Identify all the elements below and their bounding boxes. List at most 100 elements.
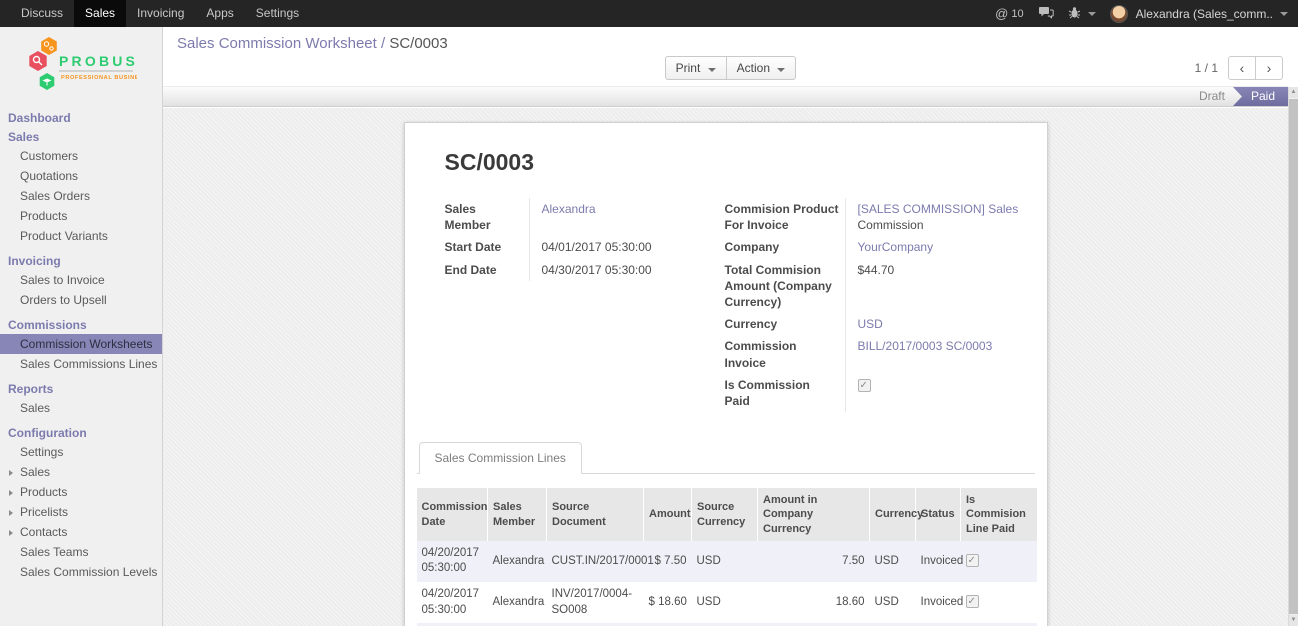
sidebar-section-sales[interactable]: Sales xyxy=(0,127,162,146)
company-link[interactable]: YourCompany xyxy=(858,240,934,254)
breadcrumb-parent-link[interactable]: Sales Commission Worksheet xyxy=(177,35,377,52)
sidebar-item-dashboard[interactable]: Dashboard xyxy=(0,108,162,127)
commission-invoice-link[interactable]: BILL/2017/0003 SC/0003 xyxy=(858,339,993,353)
sidebar-section-reports[interactable]: Reports xyxy=(0,379,162,398)
sidebar-item-config-products[interactable]: Products xyxy=(0,482,162,502)
sidebar-item-sales-teams[interactable]: Sales Teams xyxy=(0,542,162,562)
col-is-commission-line-paid: Is Commision Line Paid xyxy=(961,488,1037,541)
pager-next-button[interactable]: › xyxy=(1255,56,1283,80)
chevron-down-icon xyxy=(1088,12,1096,16)
sidebar-item-label: Pricelists xyxy=(20,505,68,519)
col-amount-company-currency: Amount in Company Currency xyxy=(758,488,870,541)
chevron-right-icon xyxy=(9,490,13,496)
chat-icon xyxy=(1038,6,1054,22)
sidebar-item-quotations[interactable]: Quotations xyxy=(0,166,162,186)
state-draft-button[interactable]: Draft xyxy=(1183,87,1242,106)
sidebar-item-sales-commissions-lines[interactable]: Sales Commissions Lines xyxy=(0,354,162,374)
user-menu[interactable]: Alexandra (Sales_comm.. xyxy=(1110,5,1288,23)
pager-previous-button[interactable]: ‹ xyxy=(1228,56,1256,80)
chevron-down-icon xyxy=(777,68,785,72)
sidebar-item-sales-commission-levels[interactable]: Sales Commission Levels xyxy=(0,562,162,582)
user-name: Alexandra (Sales_comm.. xyxy=(1136,7,1273,21)
bug-icon xyxy=(1068,6,1081,22)
tab-sales-commission-lines[interactable]: Sales Commission Lines xyxy=(419,442,582,474)
menu-settings[interactable]: Settings xyxy=(245,0,310,27)
avatar xyxy=(1110,5,1128,23)
form-view-area: SC/0003 Sales Member Alexandra Start Dat… xyxy=(163,108,1288,626)
action-button-label: Action xyxy=(737,61,770,75)
sidebar-item-contacts[interactable]: Contacts xyxy=(0,522,162,542)
company-logo[interactable]: PROBUSE PROFESSIONAL BUSINESS xyxy=(0,27,162,100)
sidebar-item-settings[interactable]: Settings xyxy=(0,442,162,462)
print-button[interactable]: Print xyxy=(665,56,727,80)
scroll-up-button[interactable]: ▲ xyxy=(1289,87,1298,98)
record-title: SC/0003 xyxy=(445,149,1007,176)
cell-amount: $ 18.60 xyxy=(644,582,692,623)
field-label-company: Company xyxy=(725,236,845,258)
cell-amount-company: 7.50 xyxy=(758,541,870,582)
top-navbar: Discuss Sales Invoicing Apps Settings @ … xyxy=(0,0,1298,27)
col-currency: Currency xyxy=(870,488,916,541)
sidebar-item-label: Contacts xyxy=(20,525,67,539)
sidebar-item-reports-sales[interactable]: Sales xyxy=(0,398,162,418)
activity-count: 10 xyxy=(1011,8,1023,20)
cell-status: Invoiced xyxy=(916,582,961,623)
table-row[interactable]: 04/20/2017 05:30:00 Alexandra INV/2017/0… xyxy=(417,582,1037,623)
line-paid-checkbox xyxy=(966,595,979,608)
commission-lines-table: Commission Date Sales Member Source Docu… xyxy=(417,488,1037,626)
line-paid-checkbox xyxy=(966,554,979,567)
cell-member: Alexandra xyxy=(488,582,547,623)
sidebar-item-config-sales[interactable]: Sales xyxy=(0,462,162,482)
is-commission-paid-checkbox xyxy=(858,379,871,392)
commission-product-rest: Commission xyxy=(858,218,924,232)
menu-sales[interactable]: Sales xyxy=(74,0,126,27)
field-label-sales-member: Sales Member xyxy=(445,198,529,236)
cell-amount-company: 18.60 xyxy=(758,582,870,623)
field-group-left: Sales Member Alexandra Start Date 04/01/… xyxy=(445,198,725,412)
sidebar-item-orders-to-upsell[interactable]: Orders to Upsell xyxy=(0,290,162,310)
app-menus: Discuss Sales Invoicing Apps Settings xyxy=(0,0,310,27)
scrollbar-thumb[interactable] xyxy=(1289,99,1298,614)
cell-date: 04/20/2017 05:30:00 xyxy=(417,541,488,582)
col-sales-member: Sales Member xyxy=(488,488,547,541)
sidebar-section-configuration[interactable]: Configuration xyxy=(0,423,162,442)
currency-link[interactable]: USD xyxy=(858,317,883,331)
action-button[interactable]: Action xyxy=(726,56,797,80)
col-source-currency: Source Currency xyxy=(692,488,758,541)
debug-menu-button[interactable] xyxy=(1068,6,1096,22)
start-date-value: 04/01/2017 05:30:00 xyxy=(529,236,725,258)
activities-button[interactable]: @ 10 xyxy=(995,6,1023,21)
messages-button[interactable] xyxy=(1038,6,1054,22)
end-date-value: 04/30/2017 05:30:00 xyxy=(529,259,725,281)
sidebar-section-invoicing[interactable]: Invoicing xyxy=(0,251,162,270)
field-label-start-date: Start Date xyxy=(445,236,529,258)
field-label-total-commission: Total Commision Amount (Company Currency… xyxy=(725,259,845,314)
sales-member-link[interactable]: Alexandra xyxy=(542,202,596,216)
breadcrumb: Sales Commission Worksheet / SC/0003 xyxy=(177,35,448,52)
vertical-scrollbar[interactable]: ▲ ▼ xyxy=(1288,87,1298,626)
sidebar-item-product-variants[interactable]: Product Variants xyxy=(0,226,162,246)
table-row[interactable]: 04/20/2017 05:30:00 Alexandra CUST.IN/20… xyxy=(417,541,1037,582)
breadcrumb-separator: / xyxy=(381,35,385,52)
table-header-row: Commission Date Sales Member Source Docu… xyxy=(417,488,1037,541)
commission-product-link[interactable]: [SALES COMMISSION] Sales xyxy=(858,202,1019,216)
total-commission-value: $44.70 xyxy=(845,259,1021,314)
field-label-commission-invoice: Commission Invoice xyxy=(725,335,845,373)
sidebar-item-pricelists[interactable]: Pricelists xyxy=(0,502,162,522)
field-group-right: Commision Product For Invoice [SALES COM… xyxy=(725,198,1021,412)
menu-invoicing[interactable]: Invoicing xyxy=(126,0,195,27)
menu-apps[interactable]: Apps xyxy=(195,0,244,27)
field-label-commission-product: Commision Product For Invoice xyxy=(725,198,845,236)
sidebar-item-sales-to-invoice[interactable]: Sales to Invoice xyxy=(0,270,162,290)
print-button-label: Print xyxy=(676,61,701,75)
cell-source: CUST.IN/2017/0001 xyxy=(547,541,644,582)
pager: 1 / 1 ‹ › xyxy=(1195,56,1283,80)
sidebar-section-commissions[interactable]: Commissions xyxy=(0,315,162,334)
menu-discuss[interactable]: Discuss xyxy=(10,0,74,27)
sidebar-item-customers[interactable]: Customers xyxy=(0,146,162,166)
sidebar-item-commission-worksheets[interactable]: Commission Worksheets xyxy=(0,334,162,354)
cell-currency: USD xyxy=(870,582,916,623)
sidebar-item-sales-orders[interactable]: Sales Orders xyxy=(0,186,162,206)
scroll-down-button[interactable]: ▼ xyxy=(1289,615,1298,626)
sidebar-item-products[interactable]: Products xyxy=(0,206,162,226)
